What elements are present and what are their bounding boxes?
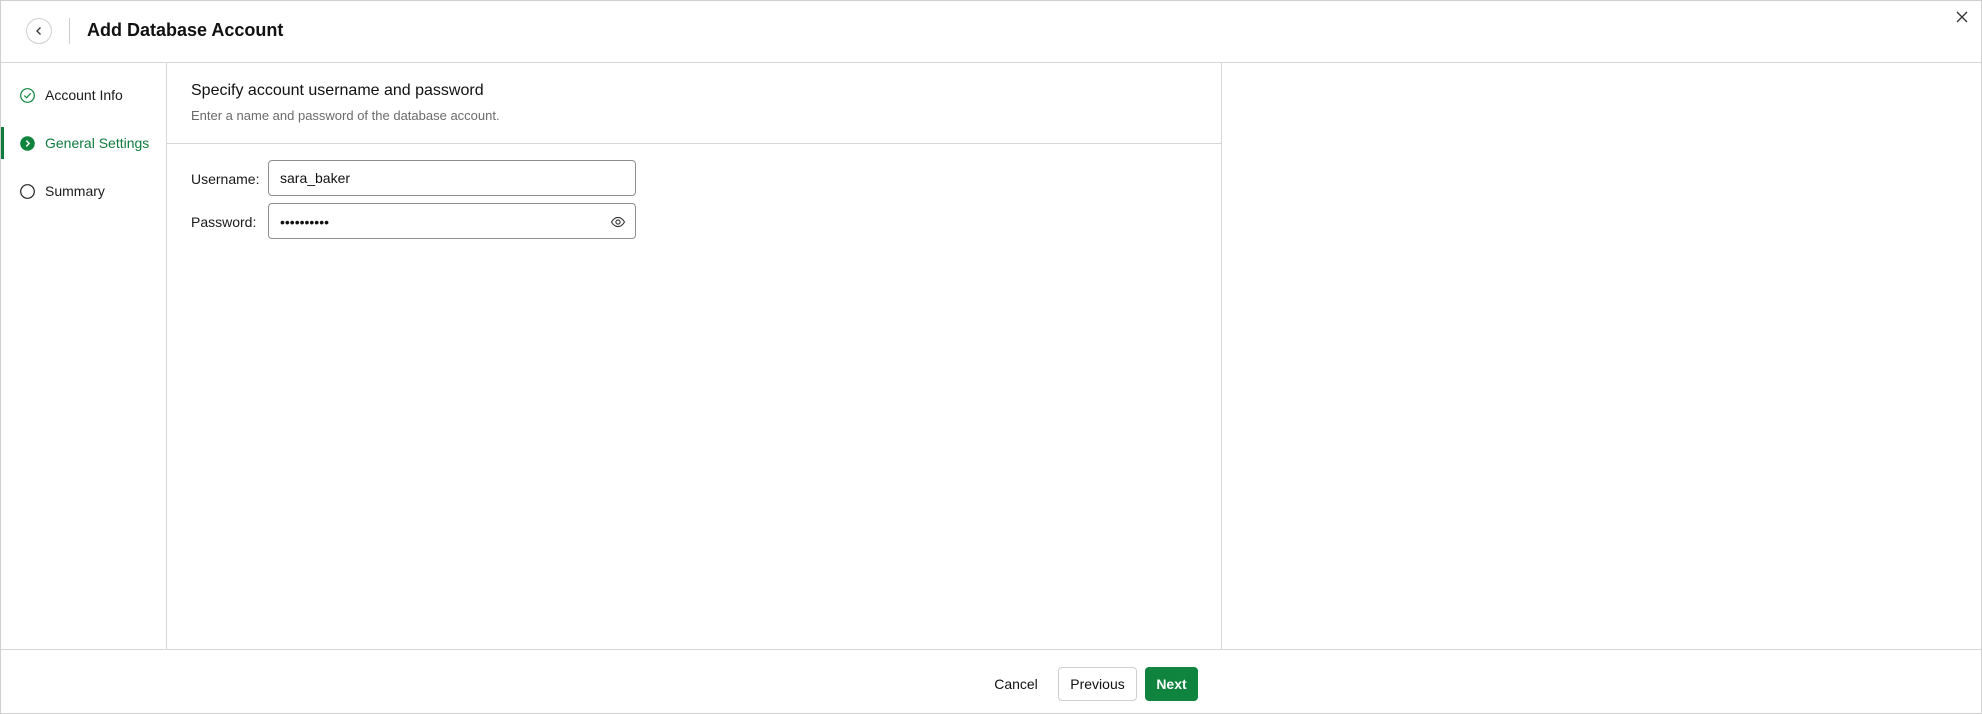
password-label: Password:	[191, 214, 257, 230]
section-title: Specify account username and password	[191, 82, 484, 99]
dialog-footer: Cancel Previous Next	[1, 649, 1981, 714]
section-subtitle: Enter a name and password of the databas…	[191, 108, 500, 123]
empty-circle-icon	[20, 184, 35, 199]
username-label: Username:	[191, 171, 260, 187]
next-button[interactable]: Next	[1145, 667, 1198, 701]
page-title: Add Database Account	[87, 20, 284, 40]
step-label: General Settings	[45, 135, 150, 151]
header-divider	[69, 18, 70, 44]
step-summary[interactable]: Summary	[1, 171, 166, 211]
close-icon	[1956, 11, 1968, 23]
password-field[interactable]: ••••••••••	[268, 203, 636, 239]
close-button[interactable]	[1952, 7, 1972, 27]
step-label: Account Info	[45, 87, 123, 103]
previous-button[interactable]: Previous	[1058, 667, 1137, 701]
wizard-dialog: Add Database Account Account Info Genera…	[0, 0, 1982, 714]
step-account-info[interactable]: Account Info	[1, 75, 166, 115]
password-masked-value: ••••••••••	[280, 214, 330, 230]
section-header: Specify account username and password En…	[167, 63, 1221, 144]
cancel-button[interactable]: Cancel	[986, 667, 1046, 701]
dialog-header: Add Database Account	[1, 1, 1981, 63]
username-input[interactable]	[269, 161, 635, 195]
back-button[interactable]	[26, 18, 52, 44]
step-label: Summary	[45, 183, 105, 199]
wizard-steps: Account Info General Settings Summary	[1, 63, 167, 649]
chevron-left-icon	[36, 27, 41, 35]
eye-icon[interactable]	[610, 215, 626, 229]
chevron-right-circle-icon	[20, 136, 35, 151]
check-circle-icon	[20, 88, 35, 103]
username-field-wrapper	[268, 160, 636, 196]
step-general-settings[interactable]: General Settings	[1, 123, 166, 163]
active-step-indicator	[1, 127, 4, 159]
main-panel: Specify account username and password En…	[167, 63, 1222, 649]
